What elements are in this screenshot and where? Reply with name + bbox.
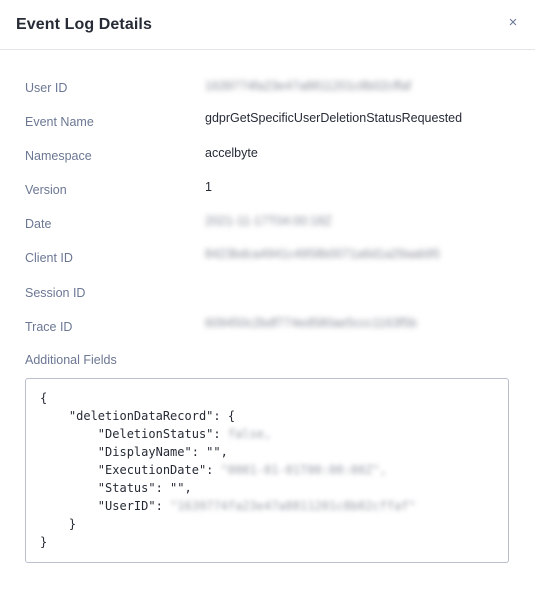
- field-value: accelbyte: [205, 146, 258, 160]
- close-icon[interactable]: ×: [505, 15, 521, 31]
- field-value: 8423bdca4941c4958b0071a6d1a29aab95: [205, 247, 440, 261]
- field-value: 2021-11-17T04:00:18Z: [205, 214, 332, 228]
- json-key: "UserID":: [40, 499, 171, 513]
- json-line: }: [40, 517, 77, 531]
- field-client-id: Client ID 8423bdca4941c4958b0071a6d1a29a…: [25, 247, 510, 269]
- event-log-details-modal: Event Log Details × User ID 1639774fa23e…: [0, 0, 535, 608]
- field-label: Namespace: [25, 149, 92, 163]
- field-user-id: User ID 1639774fa23e47a8811201c8b02cffaf: [25, 78, 510, 98]
- json-line: "DisplayName": "",: [40, 445, 228, 459]
- json-line: "deletionDataRecord": {: [40, 409, 236, 423]
- json-line: "ExecutionDate": "0001-01-01T00:00:00Z",: [40, 461, 494, 479]
- field-label: Additional Fields: [25, 353, 117, 367]
- json-line: }: [40, 535, 48, 549]
- field-label: Client ID: [25, 251, 73, 265]
- json-value-redacted: false,: [227, 427, 272, 441]
- additional-fields-json[interactable]: { "deletionDataRecord": { "DeletionStatu…: [25, 378, 509, 563]
- field-version: Version 1: [25, 180, 510, 201]
- json-key: "DeletionStatus":: [40, 427, 228, 441]
- field-namespace: Namespace accelbyte: [25, 146, 510, 167]
- field-label: Event Name: [25, 115, 94, 129]
- json-line: "UserID": "1639774fa23e47a8811201c8b02cf…: [40, 497, 494, 515]
- field-session-id: Session ID: [25, 284, 510, 304]
- json-key: "ExecutionDate":: [40, 463, 221, 477]
- field-label: Date: [25, 217, 52, 231]
- modal-header: Event Log Details ×: [0, 0, 535, 50]
- field-value: gdprGetSpecificUserDeletionStatusRequest…: [205, 111, 463, 125]
- json-value-redacted: "1639774fa23e47a8811201c8b02cffaf": [170, 499, 416, 513]
- field-value: 1639774fa23e47a8811201c8b02cffaf: [205, 79, 411, 93]
- field-trace-id: Trace ID 609450c2bdf774ed580ae5ccc1163f5…: [25, 316, 510, 338]
- json-line: "Status": "",: [40, 481, 192, 495]
- field-label: Session ID: [25, 286, 86, 300]
- field-label: Trace ID: [25, 320, 73, 334]
- field-additional-fields: Additional Fields: [25, 351, 510, 371]
- modal-title: Event Log Details: [16, 16, 152, 33]
- json-line: {: [40, 391, 48, 405]
- field-date: Date 2021-11-17T04:00:18Z: [25, 214, 510, 235]
- json-line: "DeletionStatus": false,: [40, 425, 494, 443]
- field-label: Version: [25, 183, 67, 197]
- field-label: User ID: [25, 81, 68, 95]
- field-value: 1: [205, 180, 212, 194]
- json-value-redacted: "0001-01-01T00:00:00Z",: [220, 463, 387, 477]
- field-value: 609450c2bdf774ed580ae5ccc1163f5b: [205, 316, 417, 330]
- field-event-name: Event Name gdprGetSpecificUserDeletionSt…: [25, 111, 510, 133]
